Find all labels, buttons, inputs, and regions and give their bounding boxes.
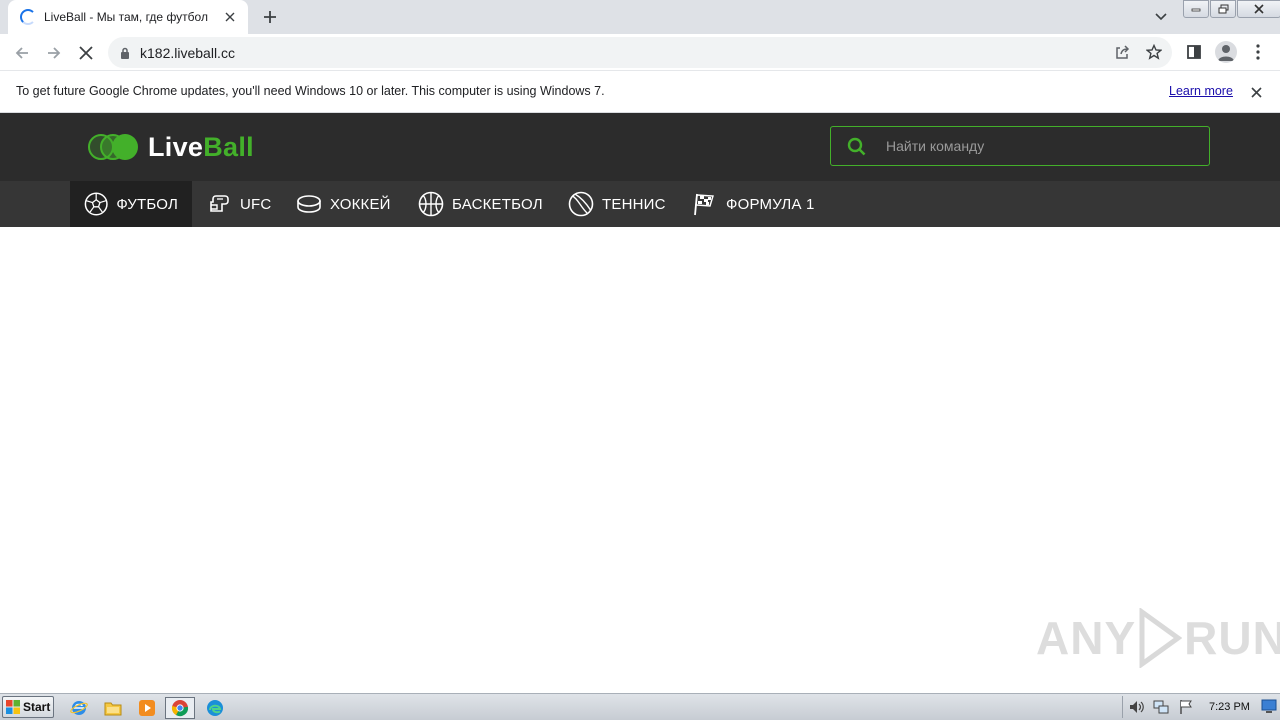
system-tray: 7:23 PM	[1122, 696, 1280, 718]
nav-item-label: ФУТБОЛ	[116, 195, 178, 213]
media-player-icon[interactable]	[136, 697, 158, 719]
action-center-flag-icon[interactable]	[1179, 699, 1193, 715]
nav-item-ufc[interactable]: UFC	[192, 181, 285, 227]
browser-tab[interactable]: LiveBall - Мы там, где футбол	[8, 0, 248, 34]
boxing-glove-icon	[210, 195, 229, 212]
lock-icon	[121, 47, 129, 59]
nav-item-formula1[interactable]: ФОРМУЛА 1	[678, 181, 829, 227]
nav-item-tennis[interactable]: ТЕННИС	[554, 181, 680, 227]
checkered-flag-icon	[694, 193, 714, 216]
soccer-ball-icon	[84, 192, 108, 216]
restore-icon[interactable]	[1210, 0, 1236, 18]
logo-balls-icon	[88, 133, 140, 161]
internet-explorer-icon[interactable]	[68, 697, 90, 719]
nav-item-label: UFC	[240, 195, 272, 213]
url-text: k182.liveball.cc	[140, 44, 235, 61]
bookmark-star-icon[interactable]	[1143, 41, 1165, 63]
basketball-icon	[418, 191, 444, 217]
tab-title: LiveBall - Мы там, где футбол	[44, 10, 208, 24]
tennis-ball-icon	[568, 191, 594, 217]
share-icon[interactable]	[1111, 41, 1133, 63]
side-panel-icon[interactable]	[1182, 40, 1206, 64]
tab-close-icon[interactable]	[222, 9, 238, 25]
minimize-icon[interactable]	[1183, 0, 1209, 18]
logo-text-ball: Ball	[203, 131, 254, 162]
show-desktop-icon[interactable]	[1261, 699, 1277, 714]
chrome-taskbar-icon[interactable]	[165, 697, 195, 719]
nav-item-football[interactable]: ФУТБОЛ	[70, 181, 192, 227]
loading-spinner-icon	[20, 9, 36, 25]
infobar-close-icon[interactable]	[1248, 84, 1264, 100]
windows-taskbar: Start 7:23 PM	[0, 693, 1280, 720]
learn-more-link[interactable]: Learn more	[1169, 84, 1233, 98]
stop-loading-icon[interactable]	[74, 41, 98, 65]
edge-icon[interactable]	[204, 697, 226, 719]
watermark-text-left: ANY	[1036, 612, 1137, 664]
search-icon[interactable]	[847, 137, 866, 156]
watermark-text-right: RUN	[1184, 612, 1280, 664]
clock: 7:23 PM	[1209, 701, 1250, 713]
sport-navigation: ФУТБОЛ UFC ХОККЕЙ БАСКЕТБОЛ ТЕННИС ФОРМУ…	[0, 181, 1280, 227]
search-input[interactable]	[886, 138, 1186, 154]
window-close-icon[interactable]	[1237, 0, 1280, 18]
nav-item-label: ХОККЕЙ	[330, 195, 391, 213]
update-infobar: To get future Google Chrome updates, you…	[0, 72, 1280, 113]
start-button[interactable]: Start	[2, 696, 54, 718]
start-label: Start	[23, 700, 51, 714]
address-bar[interactable]: k182.liveball.cc	[108, 37, 1172, 68]
logo-text-live: Live	[148, 131, 204, 162]
window-controls	[1183, 0, 1280, 18]
hockey-puck-icon	[297, 195, 321, 213]
tab-strip: LiveBall - Мы там, где футбол	[0, 0, 1280, 34]
profile-avatar[interactable]	[1214, 40, 1238, 64]
network-icon[interactable]	[1153, 699, 1169, 715]
menu-kebab-icon[interactable]	[1246, 40, 1270, 64]
nav-item-label: ТЕННИС	[602, 195, 666, 213]
speaker-icon[interactable]	[1129, 700, 1145, 714]
windows-logo-icon	[6, 700, 20, 714]
forward-icon[interactable]	[42, 41, 66, 65]
back-icon[interactable]	[10, 41, 34, 65]
nav-item-label: ФОРМУЛА 1	[726, 195, 815, 213]
nav-item-label: БАСКЕТБОЛ	[452, 195, 543, 213]
liveball-logo[interactable]: LiveBall	[88, 132, 254, 162]
nav-item-hockey[interactable]: ХОККЕЙ	[282, 181, 405, 227]
browser-toolbar: k182.liveball.cc	[0, 34, 1280, 71]
file-explorer-icon[interactable]	[102, 697, 124, 719]
play-logo-icon	[1139, 608, 1183, 668]
infobar-message: To get future Google Chrome updates, you…	[16, 84, 605, 98]
new-tab-icon[interactable]	[258, 5, 282, 29]
anyrun-watermark: ANY RUN	[1036, 608, 1280, 668]
team-search	[830, 126, 1210, 166]
site-header: LiveBall	[0, 113, 1280, 181]
nav-item-basketball[interactable]: БАСКЕТБОЛ	[404, 181, 557, 227]
chevron-down-icon[interactable]	[1150, 6, 1172, 28]
